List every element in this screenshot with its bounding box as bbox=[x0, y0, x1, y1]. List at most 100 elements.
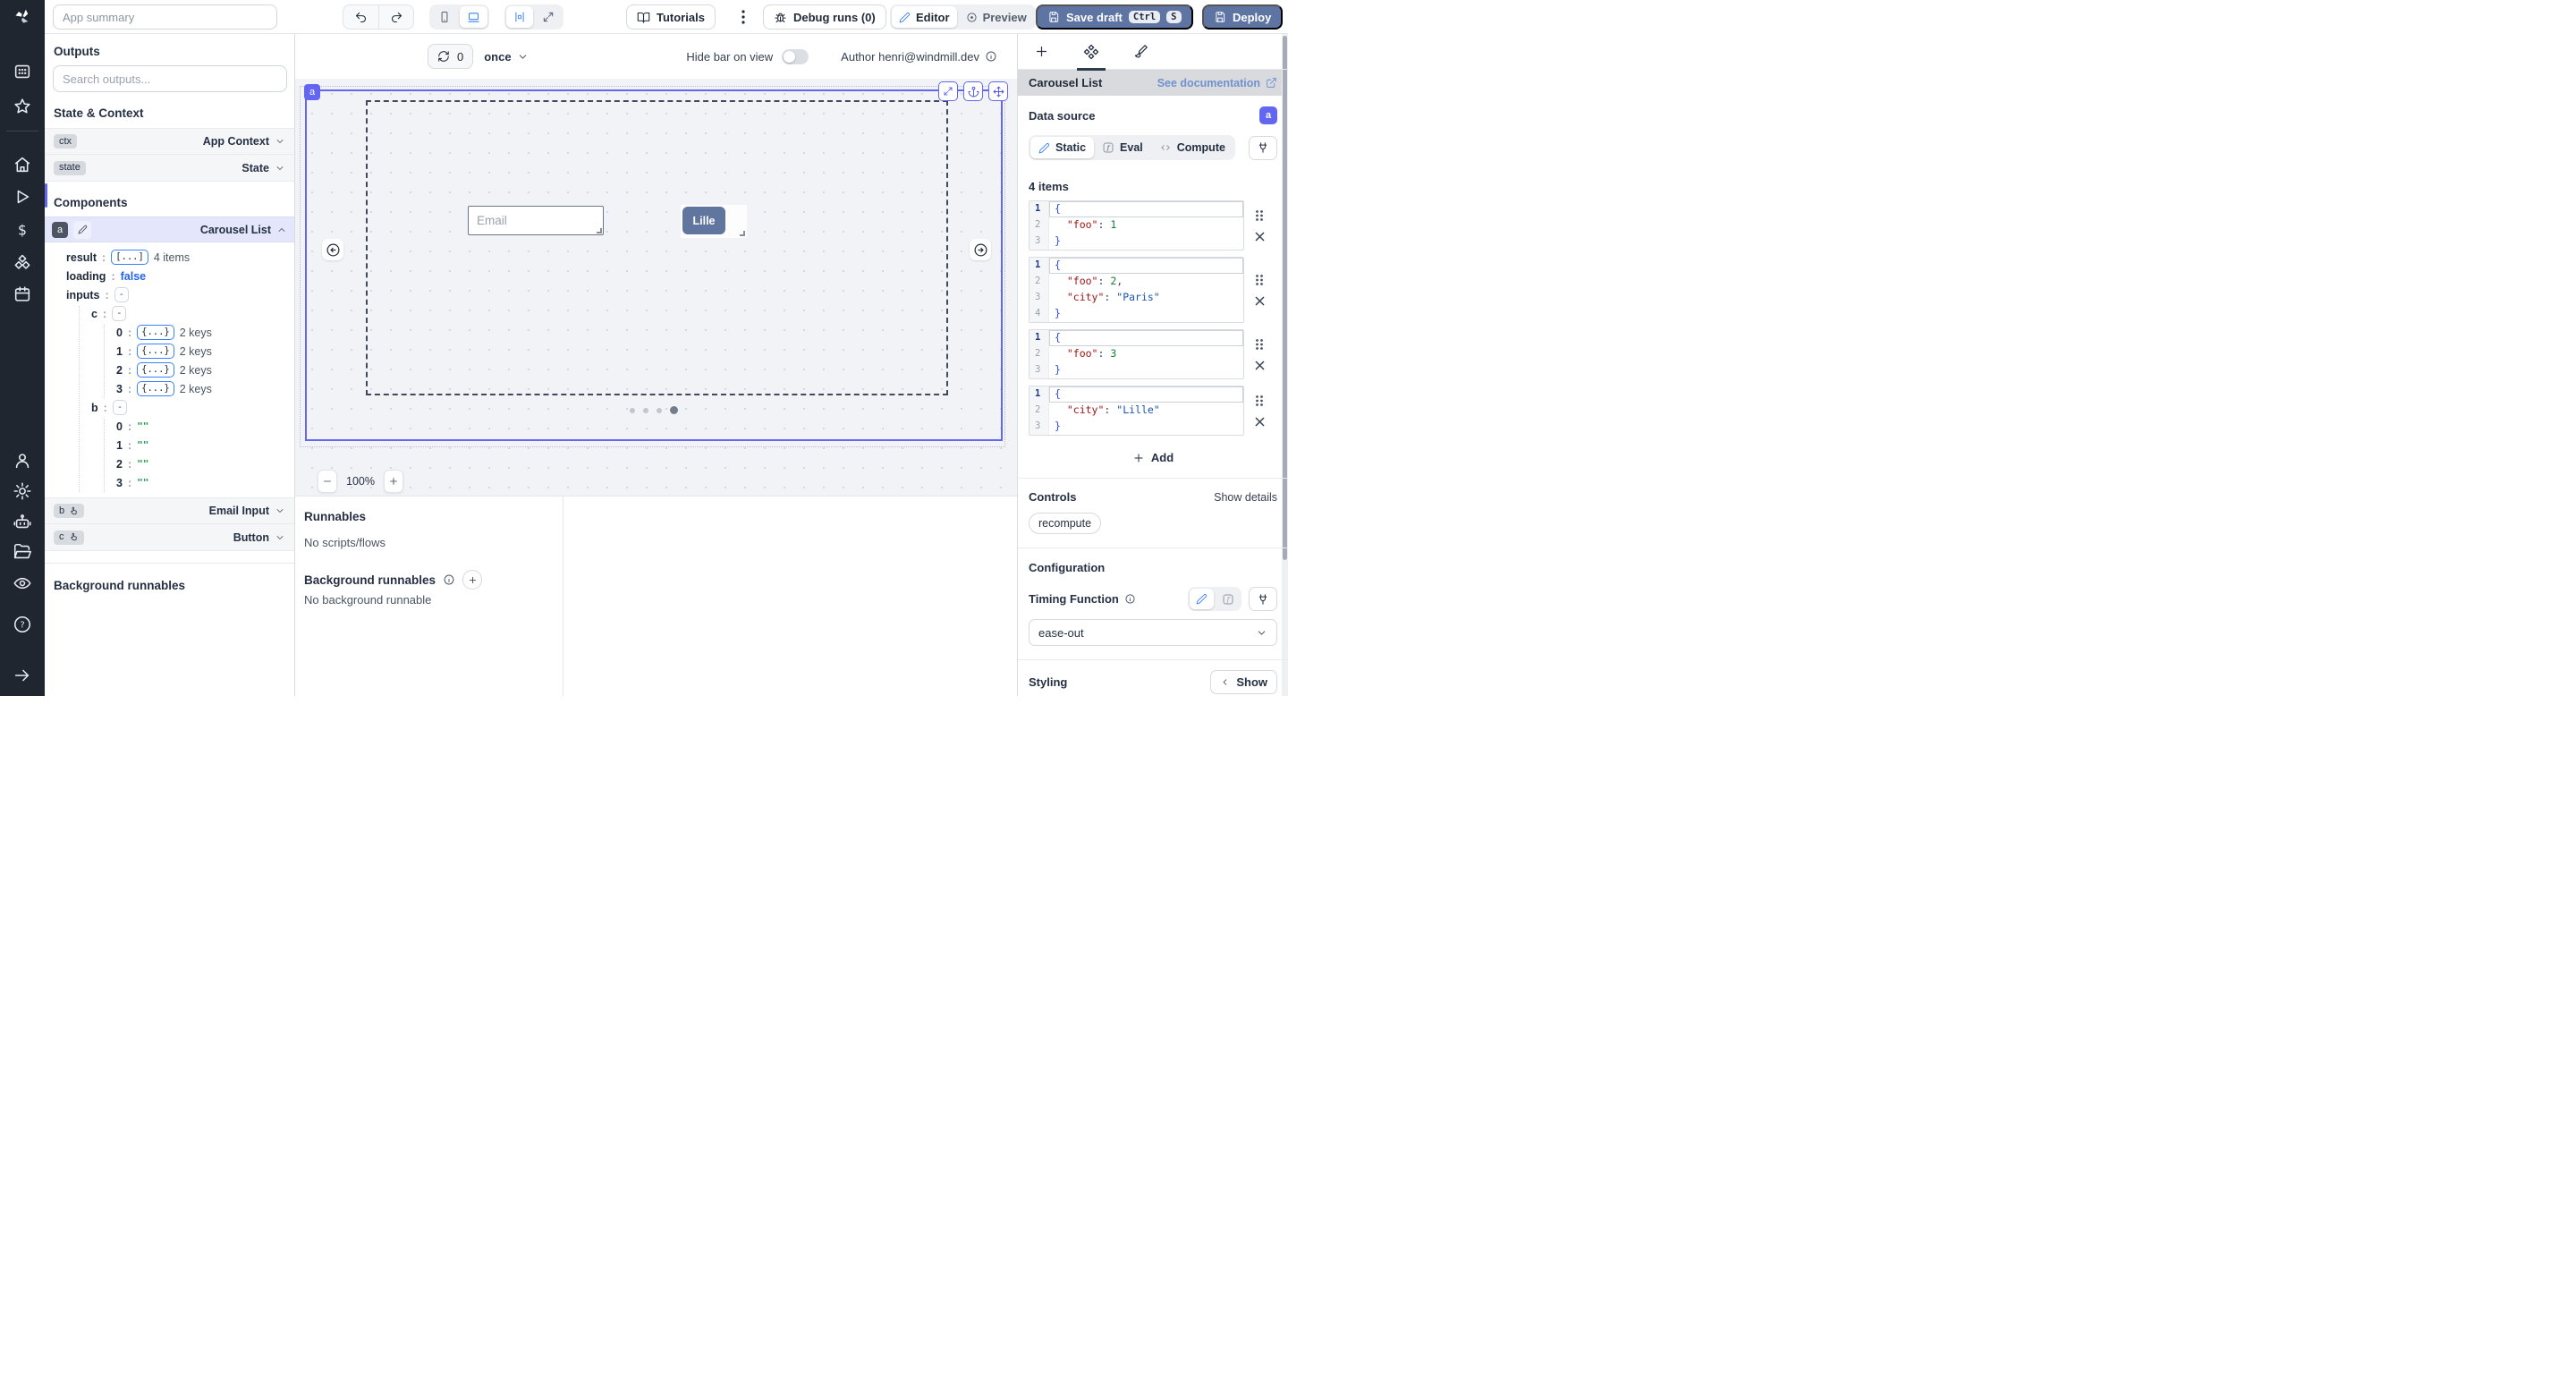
tree-row[interactable]: c:- bbox=[45, 304, 294, 323]
mode-compute[interactable]: Compute bbox=[1151, 137, 1233, 158]
styling-tab[interactable] bbox=[1133, 34, 1148, 70]
timing-static-button[interactable] bbox=[1190, 589, 1214, 609]
json-editor[interactable]: 1{2 "city": "Lille"3} bbox=[1029, 386, 1244, 436]
workers-user-icon[interactable] bbox=[13, 451, 32, 471]
tree-row[interactable]: 1:{...}2 keys bbox=[45, 342, 294, 361]
desktop-view-button[interactable] bbox=[460, 6, 487, 28]
app-summary-input[interactable] bbox=[53, 4, 277, 30]
tree-row[interactable]: 1:"" bbox=[45, 436, 294, 454]
tree-row[interactable]: inputs:- bbox=[45, 285, 294, 304]
tree-row[interactable]: result:[...]4 items bbox=[45, 248, 294, 267]
tree-row[interactable]: 0:{...}2 keys bbox=[45, 323, 294, 342]
runs-play-icon[interactable] bbox=[13, 187, 32, 207]
collapse-arrow-icon[interactable] bbox=[13, 666, 32, 685]
resize-handle[interactable] bbox=[597, 228, 602, 233]
hide-bar-toggle[interactable] bbox=[782, 49, 809, 64]
audit-eye-icon[interactable] bbox=[13, 573, 32, 593]
centered-layout-button[interactable] bbox=[506, 6, 533, 28]
component-row-email-input[interactable]: b Email Input bbox=[45, 497, 294, 524]
email-field[interactable] bbox=[468, 206, 604, 235]
home-icon[interactable] bbox=[13, 155, 32, 174]
tree-row[interactable]: 2:{...}2 keys bbox=[45, 361, 294, 379]
selected-carousel-component[interactable]: a Lille bbox=[305, 89, 1003, 441]
drag-handle-icon[interactable] bbox=[1254, 209, 1265, 222]
show-details-link[interactable]: Show details bbox=[1214, 491, 1277, 504]
carousel-dot[interactable] bbox=[630, 408, 635, 413]
remove-item-icon[interactable] bbox=[1255, 232, 1265, 242]
zoom-in-button[interactable] bbox=[384, 470, 403, 493]
styling-show-button[interactable]: Show bbox=[1210, 670, 1277, 694]
debug-runs-button[interactable]: Debug runs (0) bbox=[763, 4, 886, 30]
carousel-item-container[interactable] bbox=[366, 100, 948, 395]
move-component-button[interactable] bbox=[988, 81, 1008, 101]
state-row[interactable]: state State bbox=[45, 155, 294, 182]
component-row-button[interactable]: c Button bbox=[45, 524, 294, 551]
button-component[interactable]: Lille bbox=[681, 205, 747, 238]
folders-icon[interactable] bbox=[13, 542, 32, 562]
drag-handle-icon[interactable] bbox=[1254, 274, 1265, 286]
component-row-carousel[interactable]: a Carousel List bbox=[45, 216, 294, 242]
add-background-runnable-button[interactable] bbox=[462, 570, 482, 590]
more-menu-button[interactable] bbox=[735, 4, 751, 30]
remove-item-icon[interactable] bbox=[1255, 296, 1265, 306]
redo-button[interactable] bbox=[378, 5, 413, 29]
timing-plug-button[interactable] bbox=[1249, 587, 1277, 611]
drag-handle-icon[interactable] bbox=[1254, 395, 1265, 407]
mode-static[interactable]: Static bbox=[1030, 137, 1094, 158]
anchor-component-button[interactable] bbox=[963, 81, 983, 101]
resources-boxes-icon[interactable] bbox=[13, 252, 32, 272]
tree-row[interactable]: 2:"" bbox=[45, 454, 294, 473]
add-item-button[interactable]: Add bbox=[1029, 451, 1277, 464]
preview-tab[interactable]: Preview bbox=[959, 6, 1034, 28]
remove-item-icon[interactable] bbox=[1255, 361, 1265, 370]
help-icon[interactable]: ? bbox=[13, 615, 32, 634]
email-input-component[interactable] bbox=[468, 206, 604, 235]
save-draft-button[interactable]: Save draft Ctrl S bbox=[1036, 4, 1193, 30]
favorites-star-icon[interactable] bbox=[13, 97, 32, 116]
zoom-out-button[interactable] bbox=[318, 470, 337, 493]
mobile-view-button[interactable] bbox=[431, 6, 458, 28]
json-editor[interactable]: 1{2 "foo": 13} bbox=[1029, 200, 1244, 250]
timing-function-select[interactable]: ease-out bbox=[1029, 619, 1277, 646]
carousel-prev-button[interactable] bbox=[322, 239, 343, 260]
carousel-next-button[interactable] bbox=[970, 239, 991, 260]
canvas-grid[interactable]: a Lille bbox=[295, 79, 1017, 496]
variables-dollar-icon[interactable]: $ bbox=[13, 220, 32, 240]
connect-plug-button[interactable] bbox=[1249, 136, 1277, 160]
carousel-dot[interactable] bbox=[643, 408, 648, 413]
carousel-dot[interactable] bbox=[657, 408, 662, 413]
drag-handle-icon[interactable] bbox=[1254, 338, 1265, 351]
frequency-select[interactable]: once bbox=[484, 50, 528, 64]
timing-eval-button[interactable]: f bbox=[1216, 589, 1240, 609]
component-settings-tab[interactable] bbox=[1083, 34, 1099, 70]
full-width-layout-button[interactable] bbox=[535, 6, 562, 28]
settings-gear-icon[interactable] bbox=[13, 481, 32, 501]
json-editor[interactable]: 1{2 "foo": 2,3 "city": "Paris"4} bbox=[1029, 257, 1244, 323]
lille-button[interactable]: Lille bbox=[682, 207, 725, 234]
ctx-row[interactable]: ctx App Context bbox=[45, 128, 294, 155]
editor-tab[interactable]: Editor bbox=[892, 6, 957, 28]
schedules-calendar-icon[interactable] bbox=[13, 284, 32, 304]
search-outputs-input[interactable] bbox=[53, 65, 287, 92]
json-editor[interactable]: 1{2 "foo": 33} bbox=[1029, 329, 1244, 379]
left-panel-scrollbar[interactable] bbox=[45, 183, 47, 208]
windmill-logo-icon[interactable] bbox=[13, 7, 32, 27]
undo-button[interactable] bbox=[343, 5, 378, 29]
insert-component-tab[interactable] bbox=[1034, 34, 1049, 70]
tree-row[interactable]: loading:false bbox=[45, 267, 294, 285]
workspace-grid-icon[interactable] bbox=[13, 62, 32, 81]
tree-row[interactable]: 0:"" bbox=[45, 417, 294, 436]
expand-component-button[interactable] bbox=[938, 81, 958, 101]
refresh-button[interactable]: 0 bbox=[428, 44, 473, 69]
tree-row[interactable]: 3:{...}2 keys bbox=[45, 379, 294, 398]
tree-row[interactable]: 3:"" bbox=[45, 473, 294, 492]
tree-row[interactable]: b:- bbox=[45, 398, 294, 417]
see-documentation-link[interactable]: See documentation bbox=[1157, 77, 1277, 89]
recompute-pill[interactable]: recompute bbox=[1029, 513, 1101, 534]
remove-item-icon[interactable] bbox=[1255, 417, 1265, 427]
resize-handle[interactable] bbox=[740, 231, 745, 236]
deploy-button[interactable]: Deploy bbox=[1202, 4, 1283, 30]
rename-pencil-icon[interactable] bbox=[73, 221, 91, 239]
mode-eval[interactable]: f Eval bbox=[1094, 137, 1151, 158]
carousel-dot[interactable] bbox=[670, 406, 678, 414]
